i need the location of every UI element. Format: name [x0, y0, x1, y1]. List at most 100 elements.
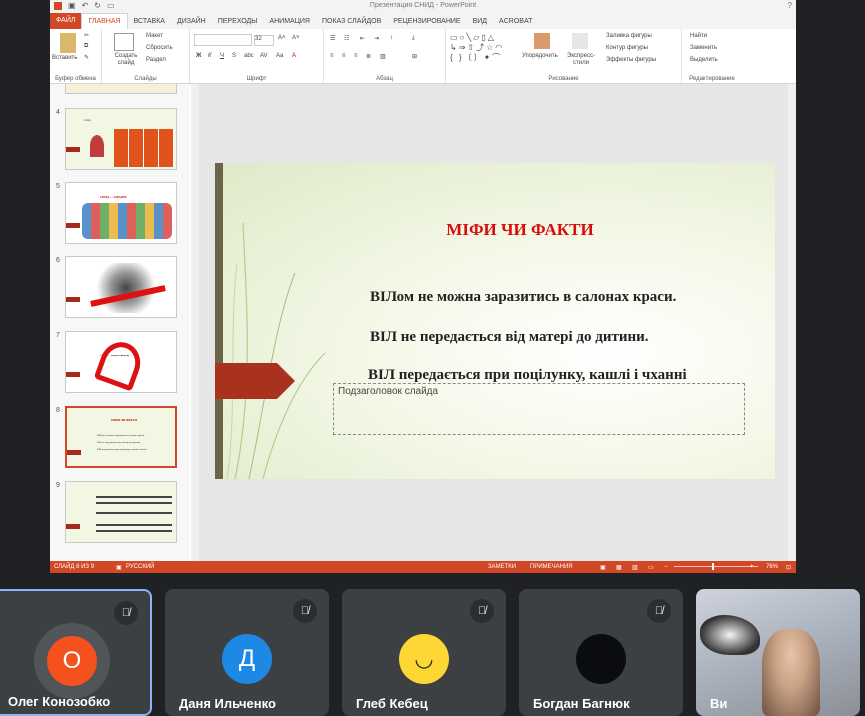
align-left-icon[interactable]: ≡: [330, 53, 334, 59]
section-button[interactable]: Раздел: [146, 57, 166, 63]
tab-animation[interactable]: АНИМАЦИЯ: [263, 18, 316, 25]
zoom-slider-thumb[interactable]: [712, 563, 714, 570]
font-size-select[interactable]: 32: [254, 35, 274, 46]
smiley-avatar-icon: ◡: [399, 634, 449, 684]
find-button[interactable]: Найти: [690, 33, 707, 39]
change-case-icon[interactable]: Aa: [276, 53, 283, 59]
line-spacing-icon[interactable]: ↕: [390, 35, 393, 41]
status-bar: СЛАЙД 8 ИЗ 9 ▣ РУССКИЙ ЗАМЕТКИ ПРИМЕЧАНИ…: [50, 561, 796, 573]
shadow-icon[interactable]: S: [232, 53, 236, 59]
tab-review[interactable]: РЕЦЕНЗИРОВАНИЕ: [387, 18, 466, 25]
tab-insert[interactable]: ВСТАВКА: [128, 18, 171, 25]
quick-styles-icon[interactable]: [572, 33, 588, 49]
strikethrough-icon[interactable]: abc: [244, 53, 254, 59]
shape-outline-button[interactable]: Контур фигуры: [606, 45, 648, 51]
clipboard-group: Вставить ✂ ⧉ ✎ Буфер обмена: [50, 29, 102, 83]
numbering-icon[interactable]: ☷: [344, 35, 349, 42]
font-name-select[interactable]: [194, 34, 252, 46]
reset-button[interactable]: Сбросить: [146, 45, 173, 51]
align-right-icon[interactable]: ≡: [354, 53, 358, 59]
shapes-gallery-icon[interactable]: ▭○╲▱▯△ ↳⇒⇧⤴☆◠{ }〔〕✦⌒: [450, 33, 504, 63]
help-icon[interactable]: ?: [788, 1, 792, 10]
smartart-icon[interactable]: ⊞: [412, 53, 417, 60]
copy-icon[interactable]: ⧉: [84, 43, 88, 50]
arrange-icon[interactable]: [534, 33, 550, 49]
bold-icon[interactable]: Ж: [196, 53, 201, 59]
grow-font-icon[interactable]: A˄: [278, 35, 286, 41]
participant-tile[interactable]: ◡ 🎙̸ Глеб Кебец: [342, 589, 506, 716]
slide-title[interactable]: МІФИ ЧИ ФАКТИ: [215, 220, 775, 240]
thumbnail-slide-6[interactable]: [65, 256, 177, 318]
thumbnail-slide-9[interactable]: [65, 481, 177, 543]
subtitle-placeholder[interactable]: Подзаголовок слайда: [333, 383, 745, 435]
zoom-level[interactable]: 76%: [766, 564, 778, 570]
slide-sorter-icon[interactable]: ▦: [616, 564, 622, 571]
char-spacing-icon[interactable]: AV: [260, 53, 268, 59]
bullets-icon[interactable]: ☰: [330, 35, 335, 42]
paragraph-group-label: Абзац: [376, 76, 393, 82]
increase-indent-icon[interactable]: ⇥: [374, 35, 379, 42]
quick-styles-button[interactable]: Экспресс-стили: [564, 53, 598, 67]
slide-line-3[interactable]: ВІЛ передається при поцілунку, кашлі і ч…: [368, 367, 687, 384]
arrange-button[interactable]: Упорядочить: [522, 53, 558, 59]
align-center-icon[interactable]: ≡: [342, 53, 346, 59]
tab-view[interactable]: ВИД: [467, 18, 493, 25]
paste-icon[interactable]: [60, 33, 76, 53]
thumbnail-number: 8: [56, 407, 60, 414]
thumbnail-slide-7[interactable]: СНИД — загроза людству: [65, 331, 177, 393]
select-button[interactable]: Выделить: [690, 57, 718, 63]
thumbnail-slide-5[interactable]: СНИД — ЗАРАЗНЕ: [65, 182, 177, 244]
participant-name: Богдан Багнюк: [533, 696, 630, 711]
columns-icon[interactable]: ▥: [380, 53, 386, 60]
slide-scrollbar[interactable]: [788, 84, 796, 561]
shape-effects-button[interactable]: Эффекты фигуры: [606, 57, 656, 63]
replace-button[interactable]: Заменить: [690, 45, 717, 51]
normal-view-icon[interactable]: ▣: [600, 564, 606, 571]
text-direction-icon[interactable]: ⤓: [412, 35, 415, 42]
zoom-slider[interactable]: [674, 566, 758, 567]
participant-tile[interactable]: Ви: [696, 589, 860, 716]
slideshow-icon[interactable]: ▭: [648, 564, 654, 571]
thumbnail-slide-4[interactable]: СНИД: [65, 108, 177, 170]
font-group-label: Шрифт: [246, 76, 267, 82]
underline-icon[interactable]: Ч: [220, 53, 224, 59]
language-indicator[interactable]: РУССКИЙ: [126, 564, 154, 570]
zoom-in-icon[interactable]: +: [750, 564, 754, 570]
thumbnails-scrollbar[interactable]: [191, 84, 199, 561]
new-slide-button[interactable]: Создать слайд: [110, 53, 142, 67]
format-painter-icon[interactable]: ✎: [84, 54, 89, 61]
current-slide[interactable]: МІФИ ЧИ ФАКТИ ВІЛом не можна заразитись …: [215, 163, 775, 479]
italic-icon[interactable]: К: [208, 53, 212, 59]
slide-line-2[interactable]: ВІЛ не передається від матері до дитини.: [370, 329, 649, 346]
participant-tile[interactable]: 🎙̸ Богдан Багнюк: [519, 589, 683, 716]
justify-icon[interactable]: ≣: [366, 53, 371, 60]
new-slide-icon[interactable]: [114, 33, 134, 51]
drawing-group: ▭○╲▱▯△ ↳⇒⇧⤴☆◠{ }〔〕✦⌒ Упорядочить Экспресс…: [446, 29, 682, 83]
participant-name: Ви: [710, 696, 728, 711]
shape-fill-button[interactable]: Заливка фигуры: [606, 33, 652, 39]
tab-file[interactable]: ФАЙЛ: [50, 13, 82, 29]
layout-button[interactable]: Макет: [146, 33, 163, 39]
ribbon-tabs: ФАЙЛ ГЛАВНАЯ ВСТАВКА ДИЗАЙН ПЕРЕХОДЫ АНИ…: [50, 13, 796, 29]
thumbnail-3-partial[interactable]: [65, 84, 177, 94]
font-color-icon[interactable]: A: [292, 53, 296, 59]
shrink-font-icon[interactable]: A˅: [292, 35, 300, 41]
cut-icon[interactable]: ✂: [84, 32, 89, 39]
decrease-indent-icon[interactable]: ⇤: [360, 35, 365, 42]
tab-slide-show[interactable]: ПОКАЗ СЛАЙДОВ: [316, 18, 387, 25]
reading-view-icon[interactable]: ▥: [632, 564, 638, 571]
thumbnail-slide-8[interactable]: МІФИ ЧИ ФАКТИ ВІЛом не можна заразитись …: [65, 406, 177, 468]
fit-slide-icon[interactable]: ⊡: [786, 564, 791, 571]
tab-transitions[interactable]: ПЕРЕХОДЫ: [212, 18, 264, 25]
slide-line-1[interactable]: ВІЛом не можна заразитись в салонах крас…: [370, 289, 676, 306]
participant-tile[interactable]: Д 🎙̸ Даня Ильченко: [165, 589, 329, 716]
comments-button[interactable]: ПРИМЕЧАНИЯ: [530, 564, 573, 570]
notes-button[interactable]: ЗАМЕТКИ: [488, 564, 516, 570]
zoom-out-icon[interactable]: −: [664, 564, 668, 570]
tab-design[interactable]: ДИЗАЙН: [171, 18, 212, 25]
participant-tile[interactable]: О 🎙̸ Олег Конозобко: [0, 589, 152, 716]
spellcheck-icon[interactable]: ▣: [116, 564, 122, 571]
tab-home[interactable]: ГЛАВНАЯ: [81, 13, 128, 29]
tab-acrobat[interactable]: ACROBAT: [493, 18, 538, 25]
paste-button[interactable]: Вставить: [52, 55, 77, 61]
